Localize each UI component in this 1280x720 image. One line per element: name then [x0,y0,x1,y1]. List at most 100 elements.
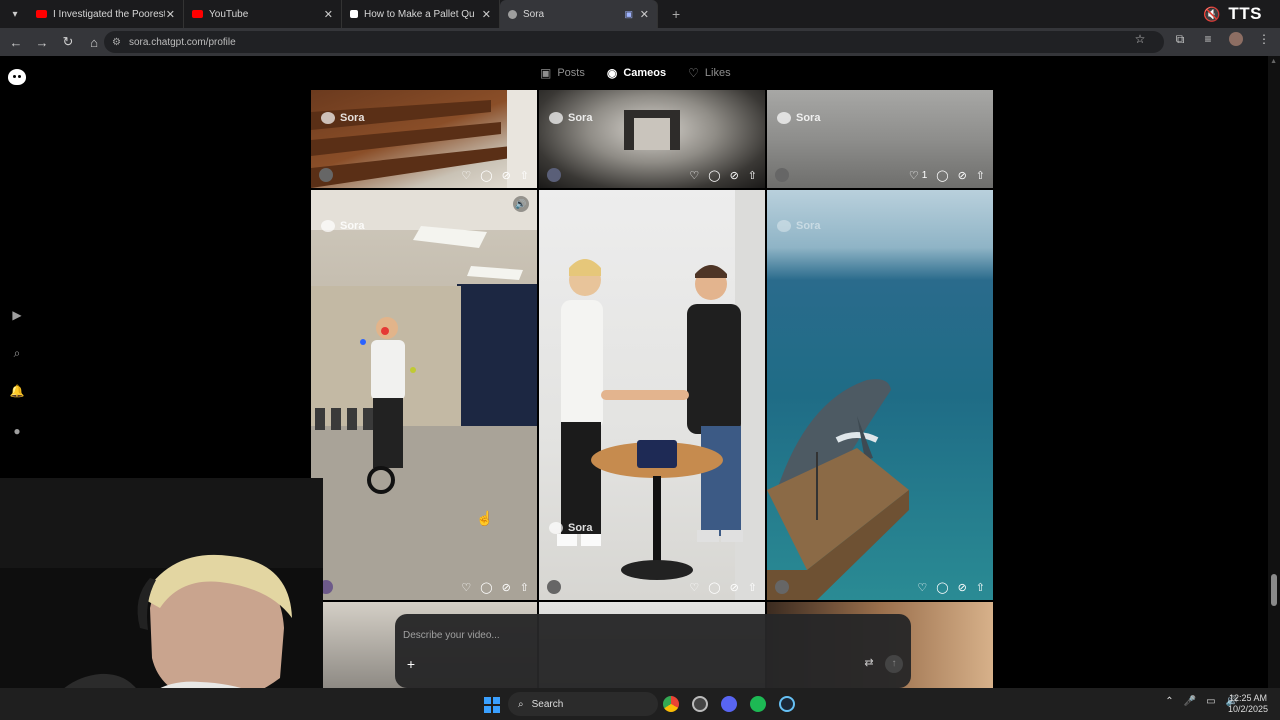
add-media-icon[interactable]: + [403,656,419,672]
tile-actions: ♡ 1 ◯ ⊘ ⇧ [909,169,985,182]
scrollbar-thumb[interactable] [1271,574,1277,606]
steam-icon[interactable] [779,696,795,712]
network-icon[interactable]: ▭ [1206,696,1215,707]
avatar[interactable] [775,580,789,594]
browser-tab[interactable]: How to Make a Pallet Quickly a ✕ [342,0,500,28]
page-scrollbar[interactable]: ▲ [1268,56,1280,688]
site-info-icon[interactable]: ⚙ [112,37,121,48]
back-icon[interactable]: ← [4,30,28,54]
video-tile[interactable]: Sora ♡ ◯ ⊘ ⇧ [539,190,765,600]
sound-toggle-icon[interactable]: 🔊 [513,196,529,212]
scroll-up-icon[interactable]: ▲ [1270,58,1277,65]
handshake-thumbnail [557,190,765,600]
heart-icon[interactable]: ♡ [689,169,699,182]
sora-watermark: Sora [777,220,820,232]
close-tab-icon[interactable]: ✕ [482,8,491,21]
share-icon[interactable]: ⇧ [748,169,757,182]
muted-speaker-icon: 🔇 [1202,5,1221,22]
menu-icon[interactable]: ⋮ [1256,32,1272,49]
share-icon[interactable]: ⇧ [976,169,985,182]
settings-sliders-icon[interactable]: ⇄ [861,656,877,672]
taskbar-search[interactable]: ⌕ Search [508,692,658,716]
mouse-cursor-icon: ☝ [476,510,494,526]
profile-avatar[interactable] [1228,32,1244,49]
video-tile[interactable]: Sora ♡ ◯ ⊘ ⇧ [311,90,537,188]
heart-icon[interactable]: ♡ [909,169,919,182]
tab-likes[interactable]: ♡ Likes [688,66,730,80]
tile-actions: ♡ ◯ ⊘ ⇧ [461,581,529,594]
avatar[interactable] [775,168,789,182]
video-tile[interactable]: 🔊 Sora ♡ ◯ ⊘ ⇧ [311,190,537,600]
remix-icon[interactable]: ⊘ [958,169,967,182]
profile-tabs: ▣ Posts ◉ Cameos ♡ Likes [540,66,731,80]
comment-icon[interactable]: ◯ [936,169,948,182]
spotify-icon[interactable] [750,696,766,712]
video-tile[interactable]: Sora ♡ 1 ◯ ⊘ ⇧ [767,90,993,188]
address-bar[interactable]: ⚙ sora.chatgpt.com/profile [104,31,1164,53]
new-tab-icon[interactable]: + [672,6,680,22]
avatar[interactable] [547,580,561,594]
sora-watermark: Sora [777,112,820,124]
remix-icon[interactable]: ⊘ [502,169,511,182]
profile-icon[interactable]: ● [9,423,25,439]
sora-icon [508,9,517,19]
remix-icon[interactable]: ⊘ [502,581,511,594]
avatar[interactable] [547,168,561,182]
sora-logo-icon[interactable] [8,69,26,85]
feed-icon[interactable]: ▶ [9,307,25,323]
search-icon[interactable]: ⌕ [9,345,25,361]
windows-start-icon[interactable] [484,697,500,713]
extensions-icon[interactable]: ⧉ [1172,32,1188,49]
youtube-icon [192,10,203,18]
browser-tab[interactable]: I Investigated the Poorest Town ✕ [28,0,184,28]
comment-icon[interactable]: ◯ [480,581,492,594]
send-arrow-icon[interactable]: ↑ [885,655,903,673]
comment-icon[interactable]: ◯ [480,169,492,182]
video-tile[interactable]: Sora ♡ ◯ ⊘ ⇧ [539,90,765,188]
prompt-composer: + ⇄ ↑ [395,614,911,688]
tab-posts[interactable]: ▣ Posts [540,66,585,80]
discord-icon[interactable] [721,696,737,712]
browser-tab[interactable]: YouTube ✕ [184,0,342,28]
tts-extension[interactable]: 🔇 TTS [1203,4,1262,24]
notifications-icon[interactable]: 🔔 [9,383,25,399]
comment-icon[interactable]: ◯ [708,169,720,182]
video-tile[interactable]: Sora ♡ ◯ ⊘ ⇧ [767,190,993,600]
heart-icon[interactable]: ♡ [461,581,471,594]
remix-icon[interactable]: ⊘ [730,169,739,182]
browser-tab-strip: ▾ I Investigated the Poorest Town ✕ YouT… [0,0,1280,28]
comment-icon[interactable]: ◯ [936,581,948,594]
forward-icon[interactable]: → [30,30,54,54]
share-icon[interactable]: ⇧ [976,581,985,594]
close-tab-icon[interactable]: ✕ [166,8,175,21]
tile-actions: ♡ ◯ ⊘ ⇧ [461,169,529,182]
heart-icon[interactable]: ♡ [461,169,471,182]
close-tab-icon[interactable]: ✕ [640,8,649,21]
avatar[interactable] [319,168,333,182]
comment-icon[interactable]: ◯ [708,581,720,594]
remix-icon[interactable]: ⊘ [958,581,967,594]
describe-video-input[interactable] [403,628,803,642]
tab-cameos[interactable]: ◉ Cameos [607,66,666,80]
close-tab-icon[interactable]: ✕ [324,8,333,21]
browser-tab-active[interactable]: Sora ▣ ✕ [500,0,658,28]
tile-actions: ♡ ◯ ⊘ ⇧ [689,581,757,594]
share-icon[interactable]: ⇧ [520,169,529,182]
remix-icon[interactable]: ⊘ [730,581,739,594]
share-icon[interactable]: ⇧ [748,581,757,594]
bookmark-star-icon[interactable]: ☆ [1132,32,1148,49]
chrome-icon[interactable] [663,696,679,712]
heart-icon[interactable]: ♡ [689,581,699,594]
reading-list-icon[interactable]: ≡ [1200,32,1216,49]
microphone-icon[interactable]: 🎤 [1184,696,1196,707]
home-icon[interactable]: ⌂ [82,30,106,54]
tray-overflow-icon[interactable]: ⌃ [1165,696,1173,707]
play-square-icon: ▣ [540,66,552,80]
settings-app-icon[interactable] [692,696,708,712]
share-icon[interactable]: ⇧ [520,581,529,594]
heart-icon[interactable]: ♡ [917,581,927,594]
taskbar-clock[interactable]: 12:25 AM 10/2/2025 [1228,693,1268,715]
reload-icon[interactable]: ↻ [56,30,80,54]
webcam-overlay [0,478,323,720]
tab-search-icon[interactable]: ▾ [2,3,28,25]
